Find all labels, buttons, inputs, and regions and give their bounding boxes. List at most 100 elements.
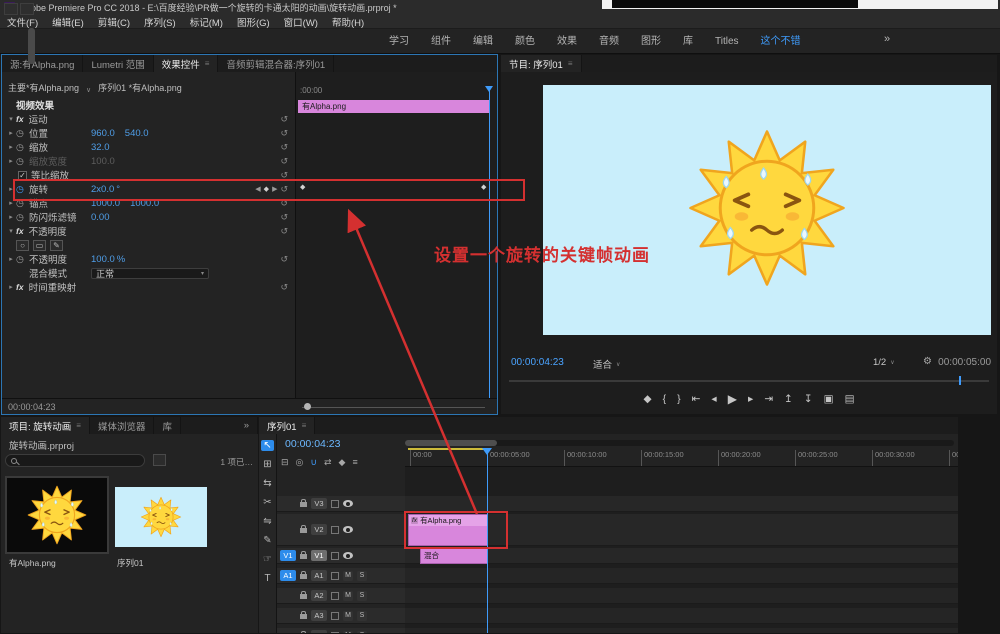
add-marker-icon[interactable]: ◆	[644, 393, 652, 405]
work-area-bar[interactable]	[408, 448, 488, 450]
item-label-sequence[interactable]: 序列01	[117, 557, 143, 569]
twirl-icon[interactable]: ▸	[6, 143, 16, 151]
step-back-icon[interactable]: ◂	[711, 393, 716, 405]
tab-project[interactable]: 项目: 旋转动画 ≡	[1, 417, 90, 434]
antiflicker-value[interactable]: 0.00	[91, 212, 110, 223]
tab-sequence[interactable]: 序列01 ≡	[259, 417, 316, 434]
stopwatch-icon[interactable]: ◷	[16, 128, 29, 139]
tab-media-browser[interactable]: 媒体浏览器	[90, 417, 155, 434]
ec-row-opacity-effect[interactable]: ▾ fx 不透明度 ↺	[2, 224, 295, 239]
master-clip-label[interactable]: 主要*有Alpha.png	[8, 81, 79, 94]
nest-toggle-icon[interactable]: ⊟	[281, 457, 289, 468]
comparison-view-icon[interactable]: ▤	[845, 393, 855, 405]
stopwatch-icon[interactable]: ◷	[16, 142, 29, 153]
track-header-v2[interactable]: V2	[277, 514, 405, 546]
workspace-overflow-icon[interactable]: »	[884, 33, 890, 45]
pen-tool[interactable]: ✎	[263, 535, 271, 546]
zoom-slider-track[interactable]	[302, 407, 485, 408]
track-header-a3[interactable]: A3 M S	[277, 608, 405, 624]
pm-timecode[interactable]: 00:00:04:23	[511, 357, 564, 368]
tab-libraries[interactable]: 库	[154, 417, 181, 434]
play-icon[interactable]: ▶	[728, 392, 737, 406]
stopwatch-icon[interactable]: ◷	[16, 212, 29, 223]
track-header-a2[interactable]: A2 M S	[277, 588, 405, 604]
track-header-v3[interactable]: V3	[277, 496, 405, 512]
ec-row-opacity-value[interactable]: ▸ ◷ 不透明度 100.0 % ↺	[2, 252, 295, 267]
playhead[interactable]	[487, 448, 488, 633]
pm-scrub-bar[interactable]	[509, 380, 989, 382]
menu-help[interactable]: 帮助(H)	[325, 15, 371, 29]
playhead-handle[interactable]	[482, 448, 492, 455]
ec-timecode[interactable]: 00:00:04:23	[8, 402, 56, 412]
solo-button[interactable]: S	[357, 570, 367, 581]
go-to-in-icon[interactable]: ⇤	[692, 393, 701, 405]
effect-controls-timeline[interactable]: :00:00 有Alpha.png ◆ ◆	[295, 72, 497, 398]
mute-button[interactable]: M	[343, 630, 353, 633]
keyframe-icon[interactable]: ◆	[481, 183, 486, 191]
stopwatch-icon[interactable]: ◷	[16, 198, 29, 209]
blend-mode-dropdown[interactable]: 正常 ▾	[91, 267, 209, 279]
settings-wrench-icon[interactable]: ⚙	[923, 356, 932, 367]
lift-icon[interactable]: ↥	[784, 393, 793, 405]
ec-clip-bar[interactable]: 有Alpha.png	[298, 100, 490, 113]
vscrollbar-thumb[interactable]	[28, 28, 35, 64]
workspace-audio[interactable]: 音频	[588, 29, 630, 54]
type-tool[interactable]: T	[264, 573, 270, 584]
stopwatch-icon[interactable]: ◷	[16, 254, 29, 265]
twirl-icon[interactable]: ▸	[6, 157, 16, 165]
project-item-image[interactable]	[7, 478, 107, 552]
menu-graphics[interactable]: 图形(G)	[230, 15, 277, 29]
solo-button[interactable]: S	[357, 630, 367, 633]
panel-menu-icon[interactable]: ≡	[76, 421, 81, 430]
ec-row-anchor-point[interactable]: ▸ ◷ 锚点 1000.0 1000.0 ↺	[2, 196, 295, 211]
stopwatch-icon-active[interactable]: ◷	[16, 184, 29, 195]
project-item-sequence[interactable]	[115, 487, 207, 547]
pm-scrub-playhead[interactable]	[959, 376, 961, 385]
reset-icon[interactable]: ↺	[280, 128, 288, 139]
tab-lumetri-scopes[interactable]: Lumetri 范围	[83, 55, 154, 72]
source-patch-a1[interactable]: A1	[280, 570, 296, 581]
sequence-clip-label[interactable]: 序列01 *有Alpha.png	[98, 81, 182, 94]
sync-lock-icon[interactable]	[331, 525, 339, 534]
anchor-y-value[interactable]: 1000.0	[130, 198, 159, 209]
uniform-scale-checkbox[interactable]: ✓	[18, 170, 27, 180]
linked-selection-icon[interactable]: ⇄	[324, 457, 332, 468]
track-select-tool[interactable]: ⊞	[263, 459, 271, 470]
comparison-toggle-icon[interactable]: ▭	[501, 412, 997, 414]
tab-program-monitor[interactable]: 节目: 序列01 ≡	[501, 55, 582, 72]
tab-effect-controls[interactable]: 效果控件 ≡	[153, 55, 219, 72]
slip-tool[interactable]: ⇋	[263, 516, 271, 527]
mute-button[interactable]: M	[343, 610, 353, 621]
mute-button[interactable]: M	[343, 590, 353, 601]
hand-tool[interactable]: ☞	[263, 554, 272, 565]
reset-icon[interactable]: ↺	[280, 254, 288, 265]
timeline-clip-alpha[interactable]: fx 有Alpha.png	[408, 514, 488, 546]
menu-sequence[interactable]: 序列(S)	[137, 15, 183, 29]
twirl-icon[interactable]: ▸	[6, 129, 16, 137]
reset-icon[interactable]: ↺	[280, 156, 288, 167]
source-patch-v1[interactable]: V1	[280, 550, 296, 561]
workspace-color[interactable]: 颜色	[504, 29, 546, 54]
panel-menu-icon[interactable]: ≡	[302, 421, 307, 430]
track-header-v1[interactable]: V1 V1	[277, 548, 405, 564]
timeline-hscrollbar[interactable]	[405, 440, 954, 446]
workspace-effects[interactable]: 效果	[546, 29, 588, 54]
workspace-learning[interactable]: 学习	[378, 29, 420, 54]
ripple-edit-tool[interactable]: ⇆	[263, 478, 271, 489]
ec-row-motion[interactable]: ▾ fx 运动 ↺	[2, 112, 295, 127]
twirl-icon[interactable]: ▸	[6, 185, 16, 193]
rotation-value[interactable]: 2x0.0	[91, 184, 114, 195]
anchor-x-value[interactable]: 1000.0	[91, 198, 120, 209]
tab-source-monitor[interactable]: 源:有Alpha.png	[2, 55, 84, 72]
ec-row-uniform-scale[interactable]: ✓ 等比缩放 ↺	[2, 168, 295, 182]
workspace-custom-active[interactable]: 这个不错	[750, 29, 812, 54]
selection-tool[interactable]: ↖	[261, 440, 274, 451]
add-keyframe-icon[interactable]: ◆	[264, 185, 269, 193]
ec-row-rotation[interactable]: ▸ ◷ 旋转 2x0.0 ° ◀ ◆ ▶ ↺	[2, 182, 295, 197]
track-header-a1[interactable]: A1 A1 M S	[277, 568, 405, 584]
export-frame-icon[interactable]: ▣	[824, 393, 834, 405]
workspace-graphics[interactable]: 图形	[630, 29, 672, 54]
lock-icon[interactable]	[300, 551, 307, 559]
workspace-editing[interactable]: 编辑	[462, 29, 504, 54]
reset-icon[interactable]: ↺	[280, 114, 288, 125]
